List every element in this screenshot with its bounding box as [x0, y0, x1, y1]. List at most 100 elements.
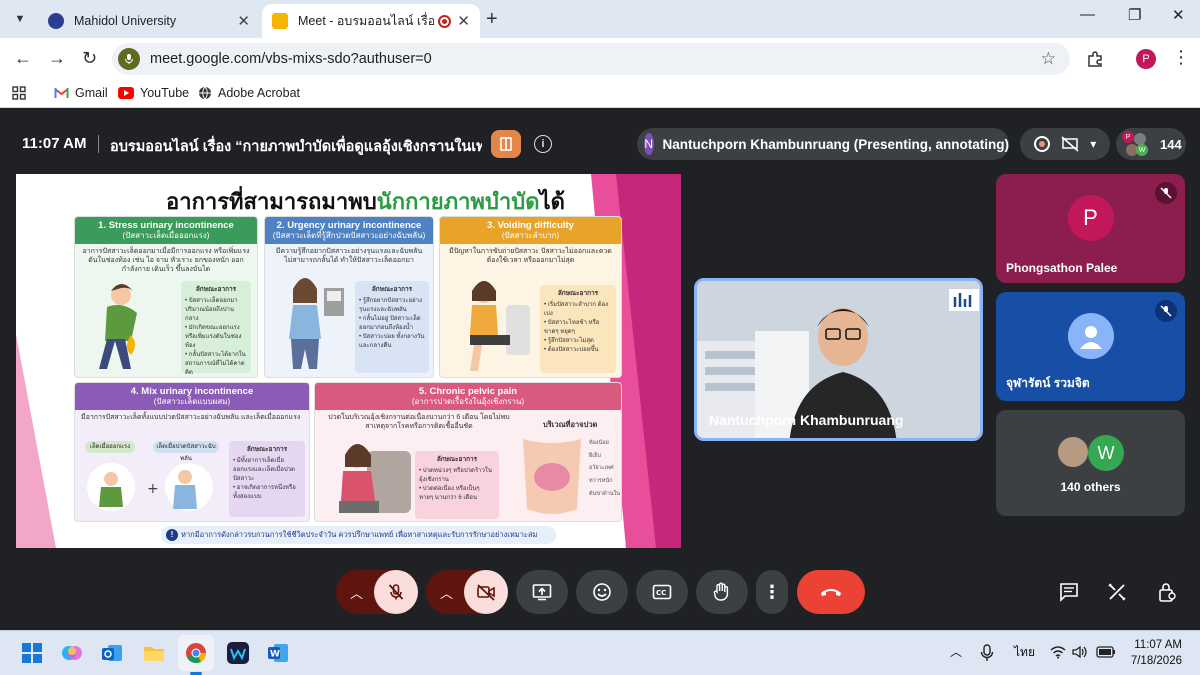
tab-meet[interactable]: Meet - อบรมออนไลน์ เรื่อง “กา ✕	[262, 4, 480, 38]
bookmark-adobe-acrobat[interactable]: Adobe Acrobat	[198, 86, 300, 100]
tools-icon	[1108, 583, 1126, 601]
outlook-icon[interactable]	[100, 641, 124, 665]
symptom-list: ลักษณะอาการ • ปวดหน่วงๆ หรือปวดร้าวในอุ้…	[415, 451, 499, 519]
card-heading: 1. Stress urinary incontinence (ปัสสาวะเล…	[75, 217, 257, 244]
apps-grid-icon[interactable]	[12, 86, 26, 100]
activities-button[interactable]	[1102, 570, 1132, 614]
woman-pelvic-pain-illustration	[339, 444, 411, 513]
symptom-card-voiding: 3. Voiding difficulty (ปัสสาวะลำบาก) มีปั…	[439, 216, 622, 378]
word-icon[interactable]: W	[266, 641, 290, 665]
recording-controls[interactable]: ▾	[1020, 128, 1110, 160]
new-tab-button[interactable]: +	[486, 8, 498, 31]
video-tile-others[interactable]: W 140 others	[996, 410, 1185, 516]
audio-options-chevron-icon[interactable]: ︿	[350, 583, 363, 602]
card-body: อาการปัสสาวะเล็ดออกมาเมื่อมีการออกแรง หร…	[82, 247, 250, 274]
symptom-list: ลักษณะอาการ • รู้สึกอยากปัสสาวะอย่างรุนแ…	[355, 281, 429, 373]
windows-taskbar: W ︿ ไทย 11:07 AM 7/18/2026	[0, 630, 1200, 675]
chat-button[interactable]	[1054, 570, 1084, 614]
symptom-card-urgency: 2. Urgency urinary incontinence (ปัสสาวะเ…	[264, 216, 434, 378]
slide-title: อาการที่สามารถมาพบนักกายภาพบำบัดได้	[166, 189, 565, 214]
leave-call-button[interactable]	[797, 570, 865, 614]
microphone-in-use-icon[interactable]	[118, 48, 140, 70]
screen-share-off-icon	[1061, 136, 1079, 152]
woman-on-toilet-illustration	[470, 281, 530, 371]
input-language[interactable]: ไทย	[1014, 643, 1035, 662]
meeting-title: อบรมออนไลน์ เรื่อง “กายภาพบำบัดเพื่อดูแล…	[110, 139, 482, 155]
participant-name: Nantuchporn Khambunruang	[709, 412, 904, 428]
participant-name: จุฬารัตน์ รวมจิต	[1006, 376, 1090, 390]
microphone-toggle-button[interactable]	[374, 570, 418, 614]
minimize-button[interactable]: —	[1080, 6, 1095, 23]
symptom-card-mixed: 4. Mix urinary incontinence (ปัสสาวะเล็ดแ…	[74, 382, 310, 522]
lock-person-icon	[1159, 583, 1176, 602]
mix-label-urgency: เล็ดเมื่อปวดปัสสาวะฉับพลัน	[153, 441, 219, 462]
bookmark-youtube[interactable]: YouTube	[118, 86, 189, 100]
meeting-clock: 11:07 AM	[22, 135, 87, 152]
meeting-details-icon[interactable]	[491, 130, 521, 158]
forward-button[interactable]: →	[48, 48, 66, 69]
windows-start-icon[interactable]	[20, 641, 44, 665]
pelvis-anatomy-illustration	[523, 439, 581, 514]
exclamation-icon: !	[166, 529, 178, 541]
close-tab-icon[interactable]: ✕	[457, 12, 470, 30]
chrome-icon[interactable]	[184, 641, 208, 665]
copilot-icon[interactable]	[60, 641, 84, 665]
bookmark-star-icon[interactable]: ☆	[1041, 49, 1056, 69]
taskbar-clock[interactable]: 11:07 AM 7/18/2026	[1131, 637, 1182, 669]
captions-button[interactable]: CC	[636, 570, 688, 614]
profile-avatar[interactable]: P	[1136, 49, 1156, 69]
microphone-off-icon	[388, 584, 404, 600]
address-bar[interactable]: meet.google.com/vbs-mixs-sdo?authuser=0 …	[112, 43, 1070, 75]
camera-toggle-button[interactable]	[464, 570, 508, 614]
webex-icon[interactable]	[226, 641, 250, 665]
closed-captions-icon: CC	[652, 584, 672, 600]
microphone-tray-icon[interactable]	[980, 644, 994, 662]
symptom-card-stress: 1. Stress urinary incontinence (ปัสสาวะเล…	[74, 216, 258, 378]
card-body: มีปัญหาในการขับถ่ายปัสสาวะ ปัสสาวะไม่ออก…	[449, 247, 612, 265]
presenter-avatar: N	[644, 133, 654, 155]
bookmarks-bar: Gmail YouTube Adobe Acrobat	[0, 80, 1200, 108]
symptom-list: ลักษณะอาการ • เริ่มปัสสาวะลำบาก ต้องเบ่ง…	[540, 285, 616, 373]
video-tile-speaker[interactable]: Nantuchporn Khambunruang	[694, 278, 983, 441]
presenter-indicator[interactable]: N Nantuchporn Khambunruang (Presenting, …	[637, 128, 1009, 160]
file-explorer-icon[interactable]	[142, 641, 166, 665]
wifi-icon[interactable]	[1050, 645, 1066, 659]
tab-search-button[interactable]: ▼	[8, 8, 32, 30]
card-heading: 5. Chronic pelvic pain (อาการปวดเรื้อรังใ…	[315, 383, 621, 410]
default-avatar-icon	[1067, 312, 1114, 359]
maximize-button[interactable]: ❐	[1128, 6, 1141, 24]
bookmark-label: Adobe Acrobat	[218, 86, 301, 100]
reload-button[interactable]: ↻	[82, 48, 97, 69]
battery-icon[interactable]	[1096, 646, 1116, 658]
more-options-button[interactable]: ⋮	[756, 570, 788, 614]
host-controls-button[interactable]	[1152, 570, 1182, 614]
tab-mahidol[interactable]: Mahidol University ✕	[38, 4, 260, 38]
extensions-icon[interactable]	[1086, 50, 1104, 68]
card-body: มีอาการปัสสาวะเล็ดทั้งแบบปวดปัสสาวะอย่าง…	[81, 413, 301, 421]
globe-icon	[198, 86, 212, 100]
volume-icon[interactable]	[1072, 645, 1088, 659]
close-tab-icon[interactable]: ✕	[237, 12, 250, 30]
video-tile-chularat[interactable]: จุฬารัตน์ รวมจิต	[996, 292, 1185, 401]
browser-tab-bar: ▼ Mahidol University ✕ Meet - อบรมออนไลน…	[0, 0, 1200, 38]
chevron-down-icon: ▾	[1090, 137, 1097, 151]
info-icon[interactable]: i	[534, 135, 552, 153]
bookmark-label: YouTube	[140, 86, 190, 100]
chat-icon	[1060, 583, 1078, 602]
present-screen-button[interactable]	[516, 570, 568, 614]
reactions-button[interactable]	[576, 570, 628, 614]
raise-hand-button[interactable]	[696, 570, 748, 614]
card-body: มีความรู้สึกอยากปัสสาวะอย่างรุนแรงและฉับ…	[275, 247, 423, 265]
video-options-chevron-icon[interactable]: ︿	[440, 583, 453, 602]
mix-label-stress: เล็ดเมื่อออกแรง	[85, 441, 135, 453]
participants-button[interactable]: P W 144	[1116, 128, 1186, 160]
video-tile-phongsathon[interactable]: P Phongsathon Palee	[996, 174, 1185, 283]
svg-text:W: W	[270, 650, 280, 660]
back-button[interactable]: ←	[14, 48, 32, 69]
browser-menu-icon[interactable]: ⋮	[1172, 47, 1190, 68]
bookmark-gmail[interactable]: Gmail	[54, 86, 108, 100]
emoji-icon	[593, 583, 611, 601]
close-window-button[interactable]: ✕	[1172, 6, 1185, 24]
slide-footer-note: ! หากมีอาการดังกล่าวรบกวนการใช้ชีวิตประจ…	[161, 526, 556, 544]
show-hidden-icons-chevron-icon[interactable]: ︿	[950, 643, 962, 660]
